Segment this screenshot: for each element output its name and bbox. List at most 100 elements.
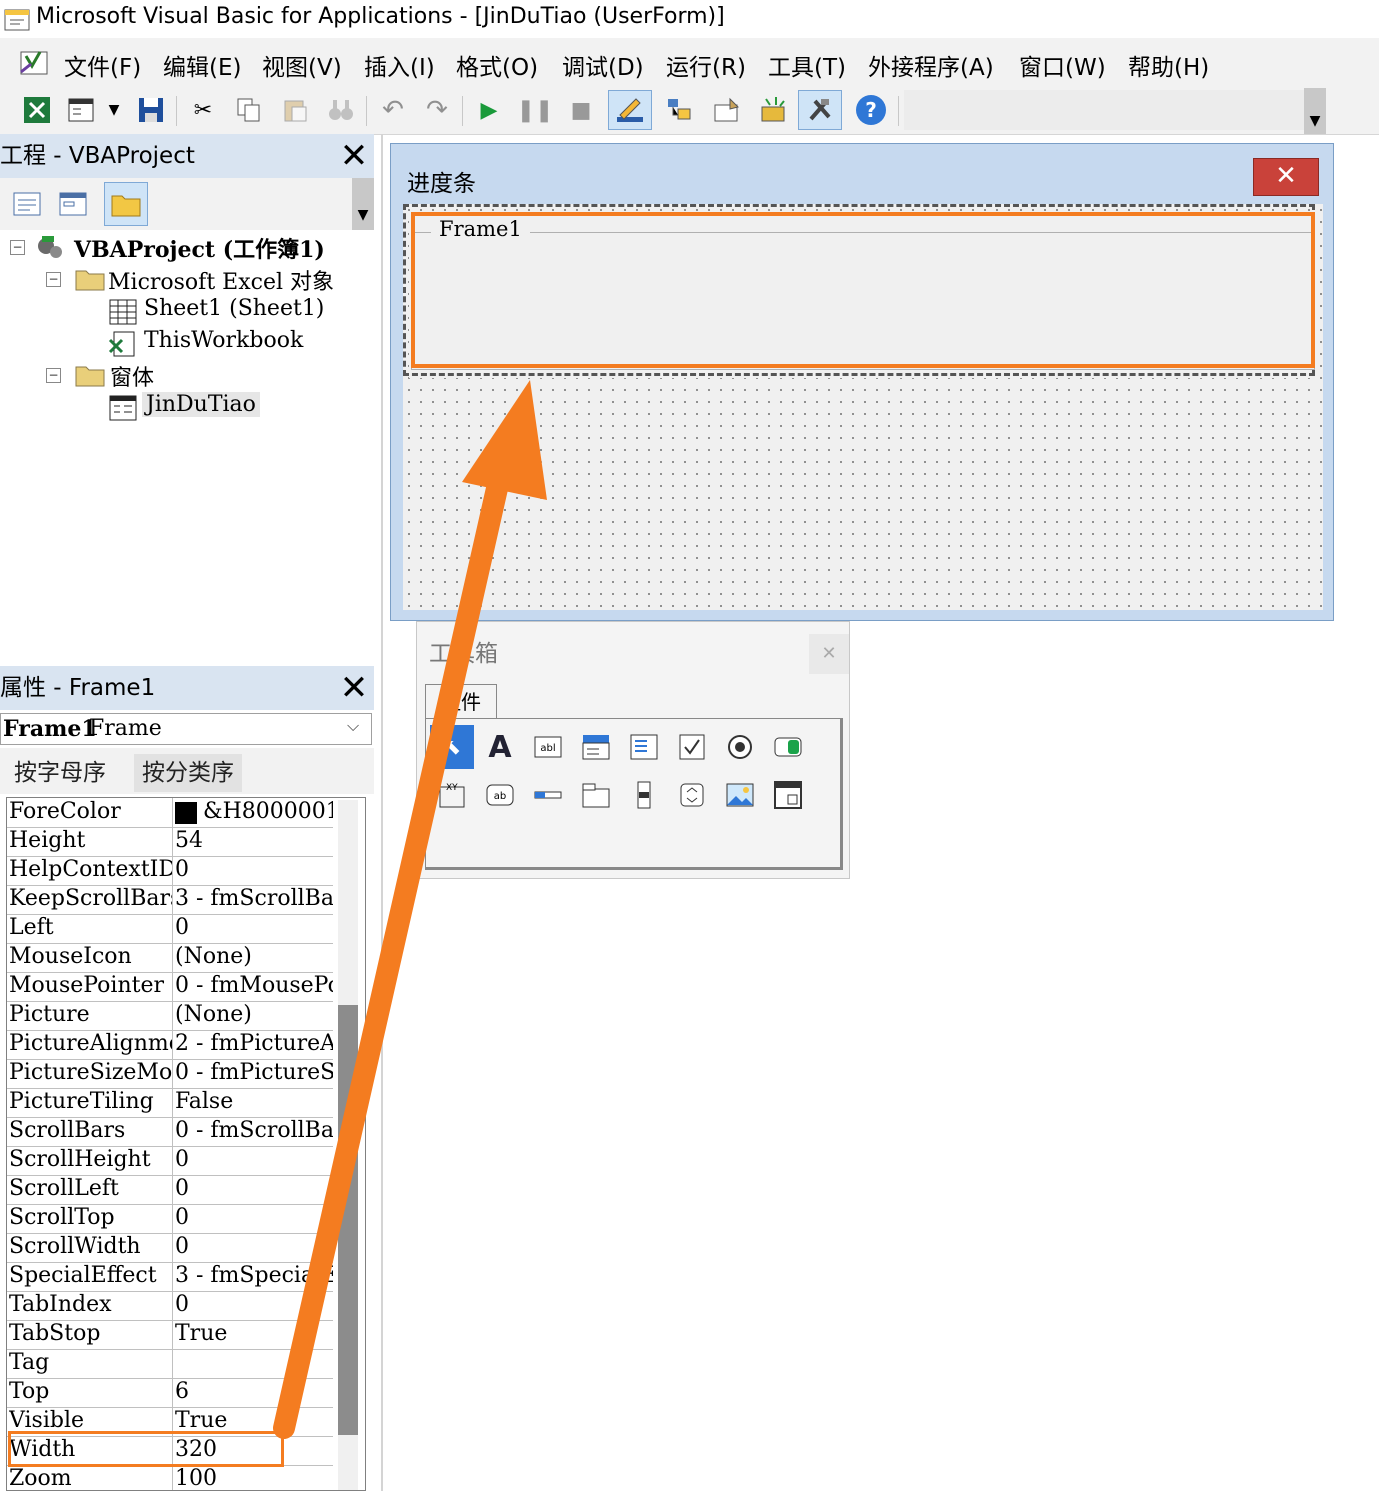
- userform-window[interactable]: 进度条 ✕ Frame1: [390, 143, 1334, 621]
- save-icon[interactable]: [134, 93, 168, 127]
- property-row[interactable]: Left 0: [7, 914, 333, 944]
- tab-alphabetic[interactable]: 按字母序: [6, 754, 114, 792]
- property-row[interactable]: PictureSizeMode0 - fmPictureSizeModeClip: [7, 1059, 333, 1089]
- combobox-tool-icon[interactable]: [576, 727, 616, 767]
- menu-file[interactable]: 文件(F): [64, 48, 141, 82]
- property-row[interactable]: Height 54: [7, 827, 333, 857]
- view-excel-icon[interactable]: [20, 93, 54, 127]
- menu-edit[interactable]: 编辑(E): [163, 48, 241, 82]
- tree-node-thisworkbook[interactable]: ThisWorkbook: [144, 328, 303, 353]
- object-selector[interactable]: Frame1 Frame ⌵: [0, 713, 372, 745]
- scrollbar-tool-icon[interactable]: [624, 775, 664, 815]
- menu-help[interactable]: 帮助(H): [1128, 48, 1209, 82]
- property-row[interactable]: PictureAlignment2 - fmPictureAlignmentCe…: [7, 1030, 333, 1060]
- project-explorer-icon[interactable]: [662, 93, 696, 127]
- textbox-tool-icon[interactable]: abl: [528, 727, 568, 767]
- tree-node-sheet1[interactable]: Sheet1 (Sheet1): [144, 296, 324, 321]
- select-pointer-icon[interactable]: ⬉: [430, 725, 474, 769]
- cut-icon[interactable]: ✂: [186, 93, 220, 127]
- property-row[interactable]: MouseIcon (None): [7, 943, 333, 973]
- property-row[interactable]: Zoom 100: [7, 1465, 333, 1490]
- property-row[interactable]: TabStop True: [7, 1320, 333, 1350]
- userform-design-surface[interactable]: Frame1: [403, 204, 1323, 610]
- property-row[interactable]: KeepScrollBarsVisible3 - fmScrollBarsBot…: [7, 885, 333, 915]
- tab-categorized[interactable]: 按分类序: [134, 754, 242, 792]
- checkbox-tool-icon[interactable]: [672, 727, 712, 767]
- panel-overflow-icon[interactable]: ▼: [352, 178, 374, 230]
- panel-divider[interactable]: [381, 134, 383, 1491]
- commandbutton-tool-icon[interactable]: ab: [480, 775, 520, 815]
- property-row[interactable]: Top 6: [7, 1378, 333, 1408]
- image-tool-icon[interactable]: [720, 775, 760, 815]
- paste-icon[interactable]: [278, 93, 312, 127]
- close-icon[interactable]: ✕: [334, 668, 374, 708]
- toolbox-tab-controls[interactable]: 控件: [425, 684, 497, 719]
- object-browser-icon[interactable]: [756, 93, 790, 127]
- svg-text:XY: XY: [446, 783, 458, 793]
- tree-node-vbaproject[interactable]: VBAProject (工作簿1): [74, 232, 325, 264]
- property-row[interactable]: Picture (None): [7, 1001, 333, 1031]
- optionbutton-tool-icon[interactable]: [720, 727, 760, 767]
- color-swatch: [175, 802, 197, 824]
- property-row[interactable]: ForeColor&H80000012: [7, 798, 333, 828]
- collapse-icon[interactable]: −: [10, 240, 25, 255]
- property-row[interactable]: HelpContextID 0: [7, 856, 333, 886]
- copy-icon[interactable]: [232, 93, 266, 127]
- toolbox-window[interactable]: 工具箱 ✕ 控件 ⬉ A abl XY ab: [416, 621, 850, 879]
- property-row[interactable]: ScrollLeft 0: [7, 1175, 333, 1205]
- menu-view[interactable]: 视图(V): [262, 48, 342, 82]
- property-row[interactable]: MousePointer0 - fmMousePointerDefault: [7, 972, 333, 1002]
- design-mode-icon[interactable]: [608, 90, 652, 130]
- toolbar-overflow-icon[interactable]: ▼: [1304, 88, 1326, 134]
- spinbutton-tool-icon[interactable]: [672, 775, 712, 815]
- menu-run[interactable]: 运行(R): [666, 48, 746, 82]
- help-icon[interactable]: ?: [854, 93, 888, 127]
- label-tool-icon[interactable]: A: [480, 727, 520, 767]
- reset-icon[interactable]: ■: [564, 93, 598, 127]
- listbox-tool-icon[interactable]: [624, 727, 664, 767]
- redo-icon[interactable]: ↷: [420, 93, 454, 127]
- property-row[interactable]: ScrollWidth 0: [7, 1233, 333, 1263]
- undo-icon[interactable]: ↶: [376, 93, 410, 127]
- menu-debug[interactable]: 调试(D): [562, 48, 644, 82]
- collapse-icon[interactable]: −: [46, 272, 61, 287]
- tree-node-excel-objects[interactable]: Microsoft Excel 对象: [108, 264, 334, 296]
- collapse-icon[interactable]: −: [46, 368, 61, 383]
- property-row[interactable]: ScrollBars0 - fmScrollBarsNone: [7, 1117, 333, 1147]
- menu-addins[interactable]: 外接程序(A): [868, 48, 994, 82]
- property-row[interactable]: ScrollTop 0: [7, 1204, 333, 1234]
- view-code-icon[interactable]: [8, 185, 46, 223]
- toggle-folders-icon[interactable]: [104, 182, 148, 226]
- close-icon[interactable]: ✕: [809, 634, 849, 674]
- scrollbar-thumb[interactable]: [338, 1005, 358, 1435]
- view-object-icon[interactable]: [54, 185, 92, 223]
- toolbox-icon[interactable]: [798, 90, 842, 130]
- multipage-tool-icon[interactable]: [576, 775, 616, 815]
- property-row[interactable]: SpecialEffect3 - fmSpecialEffectEtched: [7, 1262, 333, 1292]
- property-grid-scrollbar[interactable]: [338, 800, 358, 1490]
- tree-node-jindutiao[interactable]: JinDuTiao: [142, 392, 260, 417]
- close-icon[interactable]: ✕: [1253, 158, 1319, 196]
- refedit-tool-icon[interactable]: [768, 775, 808, 815]
- property-row[interactable]: TabIndex 0: [7, 1291, 333, 1321]
- menu-tools[interactable]: 工具(T): [768, 48, 846, 82]
- chevron-down-icon[interactable]: ⌵: [347, 716, 359, 736]
- close-icon[interactable]: ✕: [334, 136, 374, 176]
- dropdown-arrow-icon[interactable]: ▼: [102, 93, 126, 127]
- break-icon[interactable]: ❚❚: [517, 93, 554, 127]
- tabstrip-tool-icon[interactable]: [528, 775, 568, 815]
- svg-text:?: ?: [865, 98, 877, 122]
- run-icon[interactable]: ▶: [472, 93, 506, 127]
- insert-userform-icon[interactable]: [64, 93, 98, 127]
- togglebutton-tool-icon[interactable]: [768, 727, 808, 767]
- property-row[interactable]: ScrollHeight 0: [7, 1146, 333, 1176]
- properties-window-icon[interactable]: [710, 93, 744, 127]
- frame-tool-icon[interactable]: XY: [432, 775, 472, 815]
- tree-node-forms[interactable]: 窗体: [110, 360, 154, 392]
- find-icon[interactable]: [324, 93, 358, 127]
- menu-insert[interactable]: 插入(I): [364, 48, 435, 82]
- property-row[interactable]: PictureTiling False: [7, 1088, 333, 1118]
- menu-format[interactable]: 格式(O): [456, 48, 538, 82]
- property-row[interactable]: Tag: [7, 1349, 333, 1379]
- menu-window[interactable]: 窗口(W): [1019, 48, 1106, 82]
